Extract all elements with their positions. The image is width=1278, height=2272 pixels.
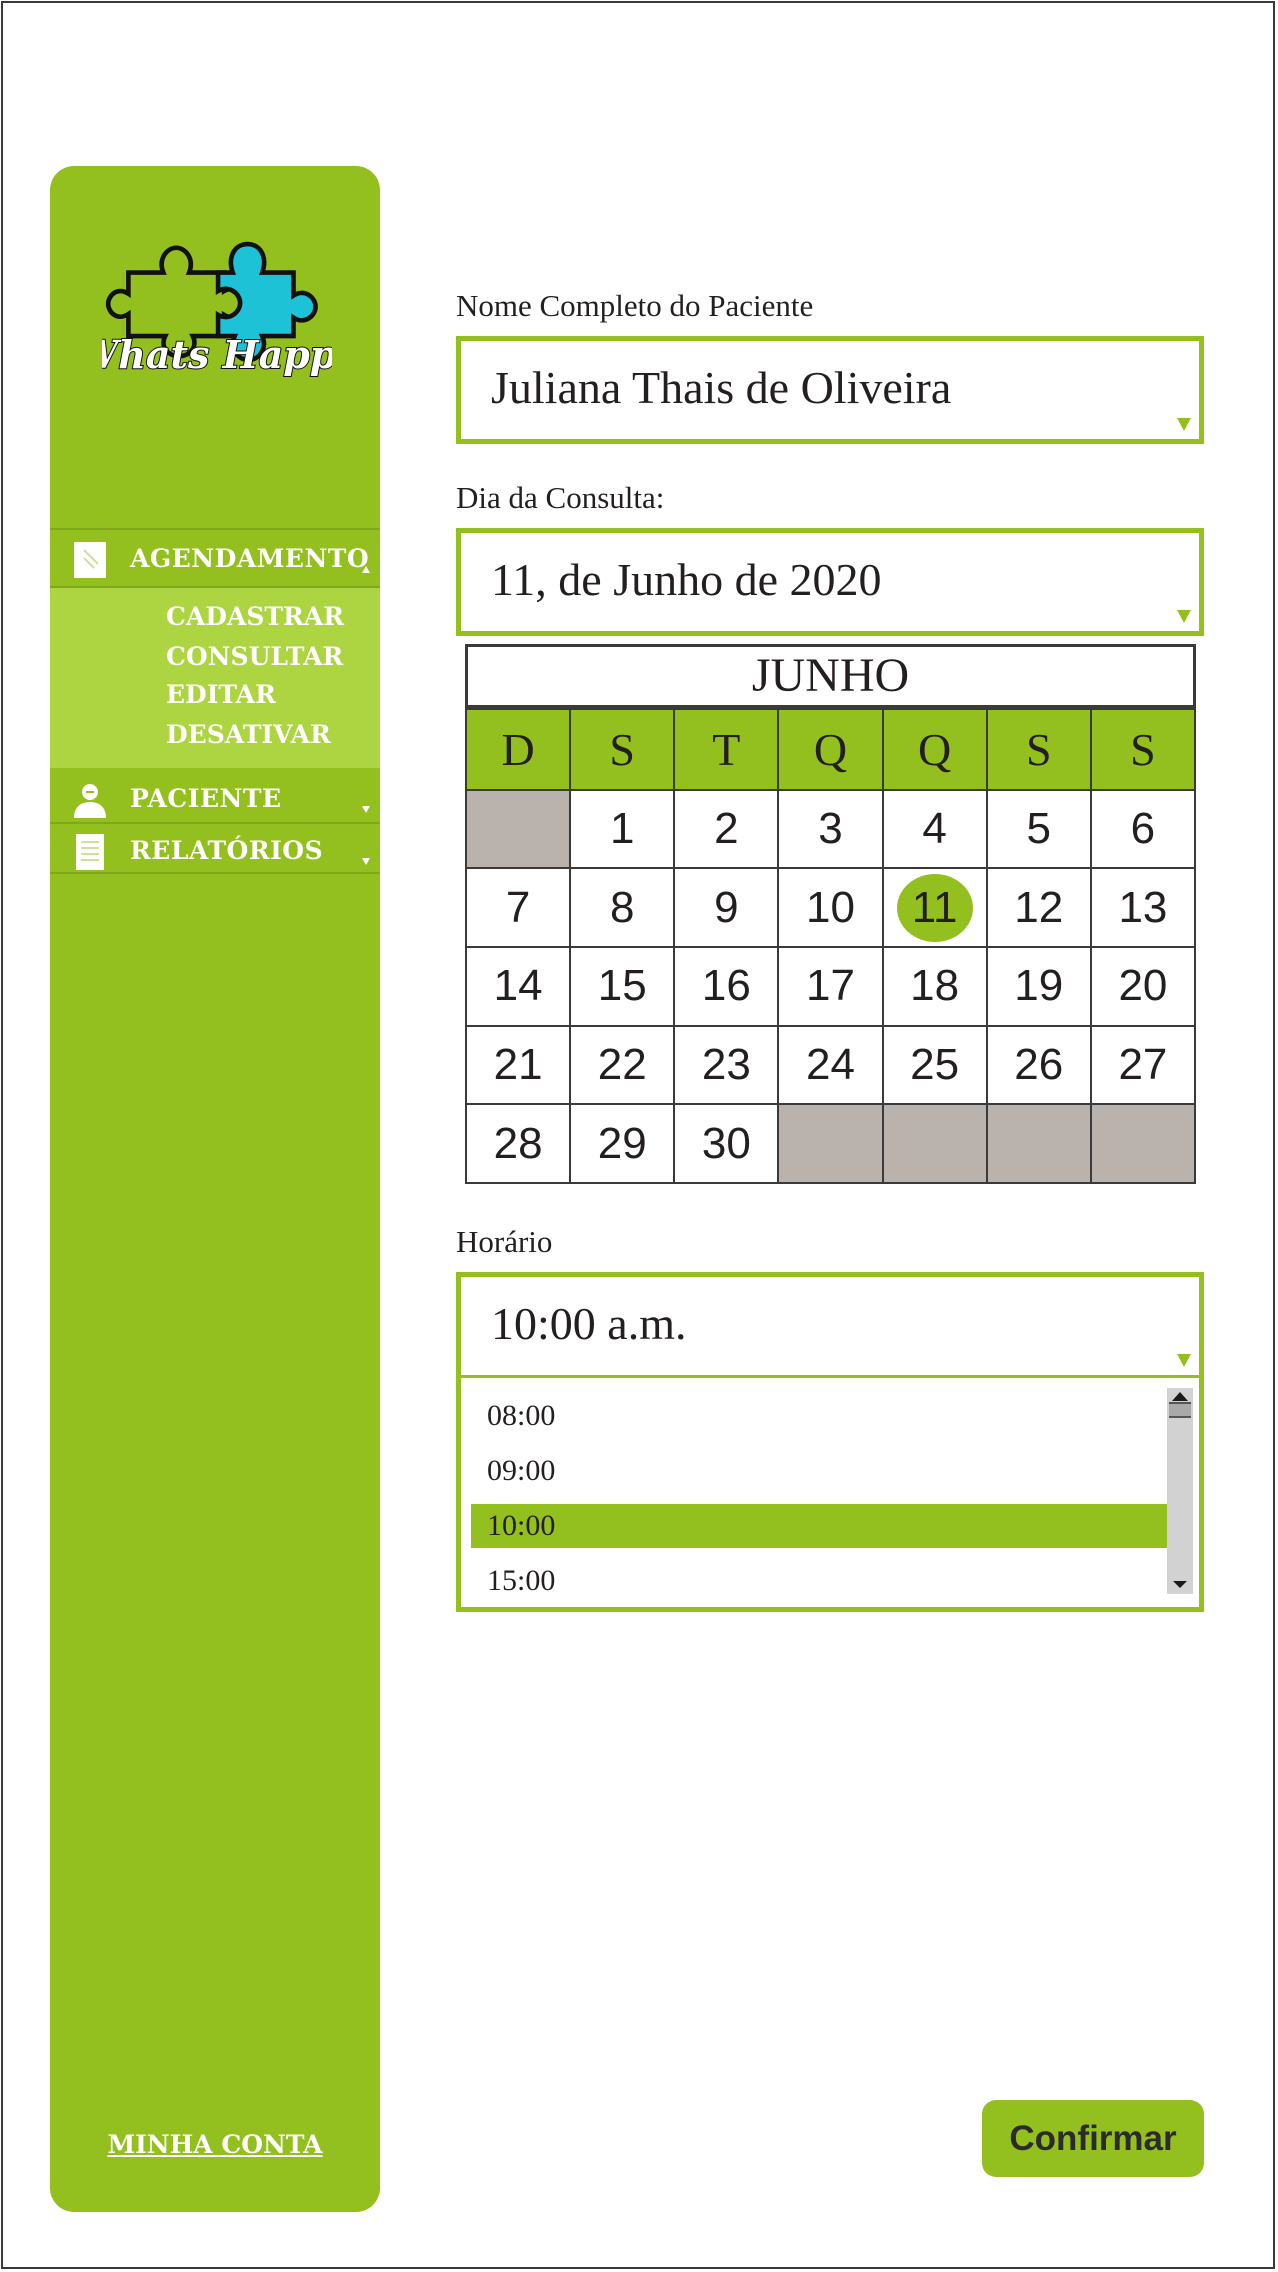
weekday-header: D xyxy=(464,708,572,791)
calendar-day[interactable]: 30 xyxy=(673,1103,780,1184)
patient-value: Juliana Thais de Oliveira xyxy=(491,362,952,413)
submenu-item-consultar[interactable]: CONSULTAR xyxy=(166,642,343,671)
submenu-item-desativar[interactable]: DESATIVAR xyxy=(166,720,331,749)
calendar-day[interactable]: 21 xyxy=(464,1024,572,1106)
calendar-day[interactable]: 25 xyxy=(881,1024,988,1106)
calendar-day[interactable]: 22 xyxy=(569,1024,676,1106)
calendar-icon xyxy=(74,542,106,578)
calendar-day[interactable]: 10 xyxy=(777,867,884,948)
chevron-down-icon xyxy=(1177,610,1191,623)
calendar-grid: D S T Q Q S S 1 2 3 4 5 6 7 8 9 10 11 12… xyxy=(464,708,1197,1184)
calendar-day[interactable]: 29 xyxy=(569,1103,676,1184)
calendar-day[interactable]: 20 xyxy=(1089,945,1197,1027)
calendar-day[interactable]: 16 xyxy=(673,945,780,1027)
weekday-header: S xyxy=(1089,708,1197,791)
calendar-day[interactable]: 8 xyxy=(569,867,676,948)
time-label: Horário xyxy=(456,1224,553,1259)
submenu-item-cadastrar[interactable]: CADASTRAR xyxy=(166,602,344,631)
time-select[interactable]: 10:00 a.m. xyxy=(456,1272,1204,1380)
calendar-day[interactable]: 26 xyxy=(985,1024,1092,1106)
chevron-down-icon xyxy=(1177,418,1191,431)
time-value: 10:00 a.m. xyxy=(491,1298,687,1349)
calendar-month: JUNHO xyxy=(465,644,1196,708)
sidebar-item-paciente[interactable]: PACIENTE xyxy=(50,772,380,824)
sidebar-item-agendamento[interactable]: AGENDAMENTO xyxy=(50,532,380,584)
calendar-day[interactable]: 13 xyxy=(1089,867,1197,948)
selected-day-marker: 11 xyxy=(896,873,973,942)
time-list-scrollbar[interactable] xyxy=(1167,1388,1193,1594)
date-select[interactable]: 11, de Junho de 2020 xyxy=(456,528,1204,636)
calendar-day[interactable]: 4 xyxy=(881,788,988,870)
calendar-day[interactable]: 9 xyxy=(673,867,780,948)
document-icon xyxy=(76,834,104,870)
calendar-day-empty xyxy=(464,788,572,870)
calendar-day[interactable]: 14 xyxy=(464,945,572,1027)
weekday-header: T xyxy=(673,708,780,791)
chevron-down-icon xyxy=(1177,1354,1191,1367)
whats-happy-logo: Whats Happy xyxy=(102,241,332,378)
weekday-header: S xyxy=(985,708,1092,791)
calendar-day[interactable]: 18 xyxy=(881,945,988,1027)
calendar-day-empty xyxy=(985,1103,1092,1184)
calendar-day[interactable]: 15 xyxy=(569,945,676,1027)
scroll-thumb[interactable] xyxy=(1169,1402,1191,1418)
calendar-day-empty xyxy=(777,1103,884,1184)
agendamento-submenu: CADASTRAR CONSULTAR EDITAR DESATIVAR xyxy=(50,588,380,768)
nav-divider xyxy=(50,872,380,874)
calendar-day[interactable]: 24 xyxy=(777,1024,884,1106)
chevron-down-icon xyxy=(362,858,370,865)
scroll-down-arrow-icon[interactable] xyxy=(1173,1581,1187,1588)
sidebar-item-label: PACIENTE xyxy=(130,784,282,813)
weekday-header: S xyxy=(569,708,676,791)
patient-select[interactable]: Juliana Thais de Oliveira xyxy=(456,336,1204,444)
brand-name: Whats Happy xyxy=(102,332,332,377)
calendar-day[interactable]: 17 xyxy=(777,945,884,1027)
calendar-day[interactable]: 19 xyxy=(985,945,1092,1027)
calendar-day[interactable]: 12 xyxy=(985,867,1092,948)
time-option[interactable]: 08:00 xyxy=(471,1394,1169,1438)
time-option-selected[interactable]: 10:00 xyxy=(471,1504,1169,1548)
patient-label: Nome Completo do Paciente xyxy=(456,288,814,323)
time-options-list: 08:00 09:00 10:00 15:00 xyxy=(456,1378,1204,1612)
sidebar-item-label: AGENDAMENTO xyxy=(130,544,370,573)
calendar-day-selected[interactable]: 11 xyxy=(881,867,988,948)
user-icon xyxy=(74,784,106,818)
calendar-day[interactable]: 7 xyxy=(464,867,572,948)
weekday-header: Q xyxy=(777,708,884,791)
calendar-day[interactable]: 23 xyxy=(673,1024,780,1106)
calendar-day[interactable]: 1 xyxy=(569,788,676,870)
calendar-day[interactable]: 2 xyxy=(673,788,780,870)
chevron-up-icon xyxy=(362,566,370,573)
date-value: 11, de Junho de 2020 xyxy=(491,554,882,605)
sidebar-item-relatorios[interactable]: RELATÓRIOS xyxy=(50,824,380,876)
scroll-up-arrow-icon[interactable] xyxy=(1172,1392,1188,1401)
calendar-day[interactable]: 3 xyxy=(777,788,884,870)
calendar-day[interactable]: 5 xyxy=(985,788,1092,870)
sidebar-item-label: RELATÓRIOS xyxy=(130,836,324,865)
nav-divider xyxy=(50,528,380,530)
submenu-item-editar[interactable]: EDITAR xyxy=(166,680,276,709)
chevron-down-icon xyxy=(362,806,370,813)
confirm-button[interactable]: Confirmar xyxy=(982,2100,1204,2177)
calendar-day-empty xyxy=(881,1103,988,1184)
date-label: Dia da Consulta: xyxy=(456,480,665,515)
minha-conta-link[interactable]: MINHA CONTA xyxy=(50,2130,380,2159)
time-option[interactable]: 15:00 xyxy=(471,1559,1169,1603)
time-option[interactable]: 09:00 xyxy=(471,1449,1169,1493)
calendar-day[interactable]: 27 xyxy=(1089,1024,1197,1106)
calendar-day[interactable]: 28 xyxy=(464,1103,572,1184)
sidebar: Whats Happy AGENDAMENTO CADASTRAR CONSUL… xyxy=(50,166,380,2212)
weekday-header: Q xyxy=(881,708,988,791)
calendar-day[interactable]: 6 xyxy=(1089,788,1197,870)
calendar-day-empty xyxy=(1089,1103,1197,1184)
